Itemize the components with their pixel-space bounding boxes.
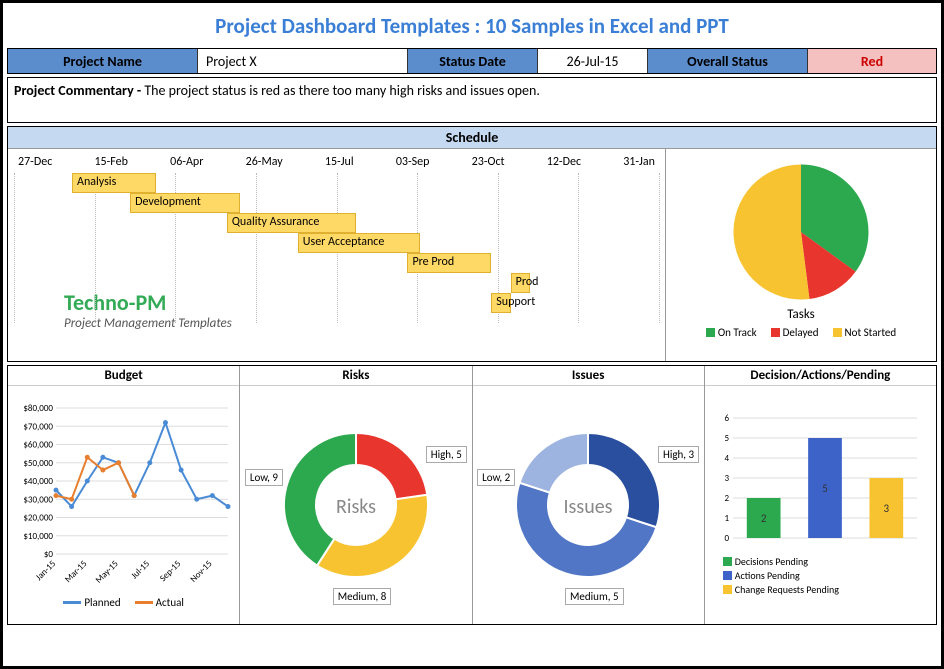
- gantt-bar: Pre Prod: [407, 253, 491, 273]
- dap-chart: 0 1 2 3 4 5 6 2 5 3: [713, 412, 923, 552]
- gantt-date: 15-Jul: [325, 155, 354, 169]
- overall-status-header: Overall Status: [648, 49, 808, 73]
- svg-text:0: 0: [724, 533, 729, 544]
- svg-text:1: 1: [724, 513, 729, 524]
- risks-panel: Risks Risks High, 5 Medium, 8 Low, 9: [240, 366, 472, 624]
- gantt-date: 03-Sep: [396, 155, 430, 169]
- issues-panel: Issues Issues High, 3 Medium, 5 Low, 2: [473, 366, 705, 624]
- legend-item: Actions Pending: [735, 569, 800, 582]
- svg-text:4: 4: [724, 453, 729, 464]
- svg-text:$50,000: $50,000: [23, 457, 53, 468]
- page-title: Project Dashboard Templates : 10 Samples…: [7, 7, 937, 45]
- gantt-bar: Quality Assurance: [227, 213, 356, 233]
- donut-label: High, 5: [426, 446, 467, 463]
- status-date-header: Status Date: [408, 49, 538, 73]
- dap-header: Decision/Actions/Pending: [705, 366, 936, 386]
- gantt-area: Techno-PM Project Management Templates A…: [14, 173, 659, 343]
- legend-planned: Planned: [84, 596, 120, 609]
- risks-header: Risks: [240, 366, 471, 386]
- gantt-bar: Development: [130, 193, 240, 213]
- svg-text:3: 3: [883, 502, 889, 515]
- gantt-dates: 27-Dec 15-Feb 06-Apr 26-May 15-Jul 03-Sep 23-O…: [14, 155, 659, 169]
- legend-item: Change Requests Pending: [735, 583, 839, 596]
- schedule-header: Schedule: [8, 127, 936, 149]
- dashboard: Project Dashboard Templates : 10 Samples…: [0, 0, 944, 669]
- project-name-value: Project X: [198, 49, 408, 73]
- svg-text:Sep-15: Sep-15: [157, 558, 183, 584]
- donut-label: High, 3: [658, 446, 699, 463]
- info-row: Project Name Project X Status Date 26-Ju…: [7, 48, 937, 74]
- legend-item: Not Started: [845, 326, 897, 339]
- gantt-bar: Support: [491, 293, 510, 313]
- legend-item: Decisions Pending: [735, 555, 808, 568]
- svg-text:3: 3: [724, 473, 729, 484]
- svg-text:Risks: Risks: [336, 495, 376, 519]
- gantt-bar: Analysis: [72, 173, 156, 193]
- gantt-date: 15-Feb: [94, 155, 127, 169]
- overall-status-value: Red: [808, 49, 936, 73]
- svg-text:$10,000: $10,000: [23, 530, 53, 541]
- gantt-date: 12-Dec: [547, 155, 581, 169]
- budget-panel: Budget $0 $10,000 $20,000 $30,000 $40,000 $50…: [8, 366, 240, 624]
- gantt-date: 23-Oct: [472, 155, 505, 169]
- svg-text:$20,000: $20,000: [23, 512, 53, 523]
- gantt-bar: Prod: [511, 273, 530, 293]
- svg-text:May-15: May-15: [93, 558, 121, 586]
- svg-text:$70,000: $70,000: [23, 421, 53, 432]
- tasks-pie-chart: [711, 157, 891, 307]
- svg-text:$0: $0: [44, 549, 54, 560]
- svg-text:Mar-15: Mar-15: [62, 558, 89, 585]
- svg-text:6: 6: [724, 413, 729, 424]
- svg-text:Issues: Issues: [564, 495, 613, 519]
- gantt-chart: 27-Dec 15-Feb 06-Apr 26-May 15-Jul 03-Sep 23-O…: [8, 149, 666, 361]
- svg-text:5: 5: [822, 482, 828, 495]
- legend-actual: Actual: [156, 596, 184, 609]
- budget-header: Budget: [8, 366, 239, 386]
- budget-legend: Planned Actual: [63, 596, 184, 609]
- tasks-legend: On Track Delayed Not Started: [706, 326, 896, 339]
- bottom-row: Budget $0 $10,000 $20,000 $30,000 $40,000 $50…: [7, 365, 937, 625]
- donut-label: Low, 2: [477, 469, 515, 486]
- dap-panel: Decision/Actions/Pending 0 1 2 3 4 5 6 2 5 3 Deci…: [705, 366, 936, 624]
- commentary-text: The project status is red as there too m…: [144, 82, 540, 99]
- tasks-title: Tasks: [787, 307, 815, 322]
- dap-legend: Decisions PendingActions PendingChange R…: [713, 552, 928, 599]
- svg-text:$60,000: $60,000: [23, 439, 53, 450]
- donut-label: Medium, 8: [333, 588, 392, 605]
- svg-text:$40,000: $40,000: [23, 476, 53, 487]
- legend-item: On Track: [718, 326, 757, 339]
- svg-text:Nov-15: Nov-15: [188, 558, 215, 585]
- commentary-label: Project Commentary -: [14, 82, 144, 99]
- logo-name: Techno-PM: [64, 289, 232, 316]
- svg-text:5: 5: [724, 433, 729, 444]
- gantt-date: 26-May: [246, 155, 283, 169]
- logo-sub: Project Management Templates: [64, 316, 232, 331]
- logo: Techno-PM Project Management Templates: [64, 289, 232, 331]
- svg-text:2: 2: [761, 512, 767, 525]
- budget-chart: $0 $10,000 $20,000 $30,000 $40,000 $50,000 $60…: [14, 402, 234, 592]
- gantt-date: 31-Jan: [623, 155, 655, 169]
- schedule-section: Schedule 27-Dec 15-Feb 06-Apr 26-May 15-Jul 0…: [7, 126, 937, 362]
- svg-text:$80,000: $80,000: [23, 403, 53, 414]
- svg-text:$30,000: $30,000: [23, 494, 53, 505]
- donut-label: Medium, 5: [565, 588, 624, 605]
- commentary: Project Commentary - The project status …: [7, 77, 937, 123]
- svg-text:2: 2: [724, 493, 729, 504]
- gantt-date: 06-Apr: [170, 155, 203, 169]
- legend-item: Delayed: [783, 326, 819, 339]
- gantt-bar: User Acceptance: [298, 233, 421, 253]
- tasks-pie-pane: Tasks On Track Delayed Not Started: [666, 149, 936, 361]
- status-date-value: 26-Jul-15: [538, 49, 648, 73]
- svg-text:Jan-15: Jan-15: [33, 558, 58, 583]
- project-name-header: Project Name: [8, 49, 198, 73]
- issues-header: Issues: [473, 366, 704, 386]
- gantt-date: 27-Dec: [18, 155, 52, 169]
- donut-label: Low, 9: [245, 469, 283, 486]
- svg-text:Jul-15: Jul-15: [129, 558, 152, 581]
